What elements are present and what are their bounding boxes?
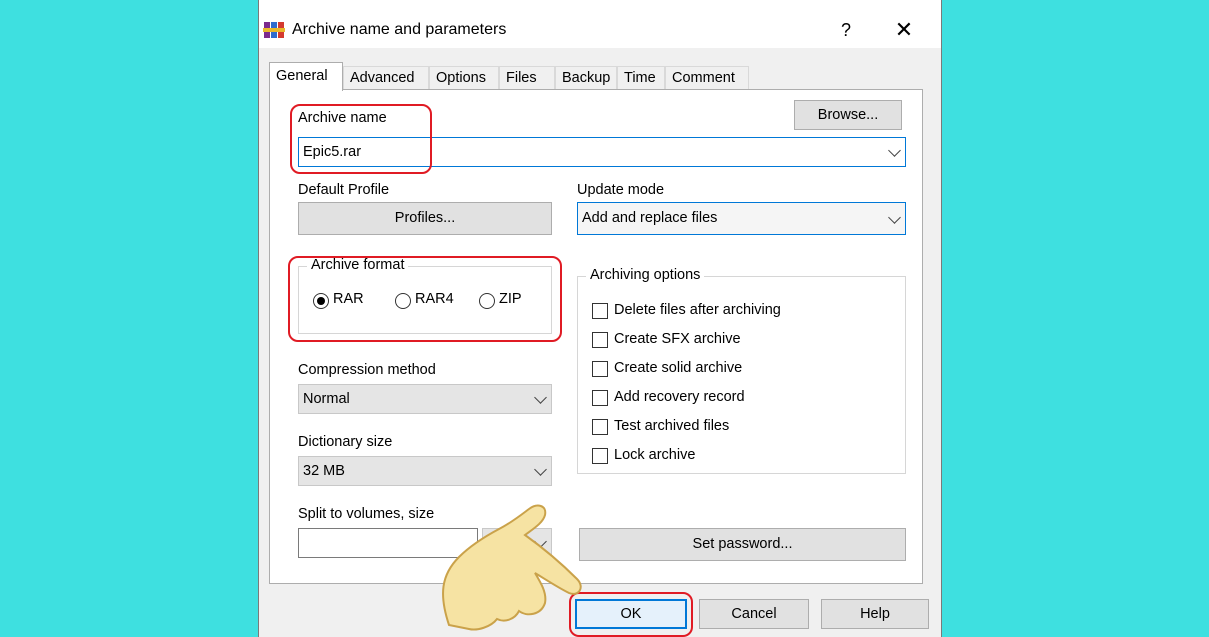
checkbox-create-solid-label[interactable]: Create solid archive [614,360,742,376]
set-password-button[interactable]: Set password... [579,528,906,561]
title-bar: Archive name and parameters ? ✕ [259,12,941,48]
tab-time[interactable]: Time [617,66,665,90]
profiles-button[interactable]: Profiles... [298,202,552,235]
tab-backup[interactable]: Backup [555,66,617,90]
archive-name-label: Archive name [298,110,387,126]
browse-button[interactable]: Browse... [794,100,902,130]
archive-format-group: Archive format RAR RAR4 ZIP [298,257,552,334]
update-mode-select[interactable]: Add and replace files [577,202,906,235]
checkbox-recovery-record[interactable] [592,390,608,406]
checkbox-create-sfx[interactable] [592,332,608,348]
archive-name-input[interactable]: Epic5.rar [298,137,906,167]
compression-method-value: Normal [303,391,350,407]
chevron-down-icon[interactable] [888,144,901,157]
cancel-button[interactable]: Cancel [699,599,809,629]
dialog-body: General Advanced Options Files Backup Ti… [259,48,941,637]
tab-comment[interactable]: Comment [665,66,749,90]
checkbox-delete-files[interactable] [592,303,608,319]
help-question-button[interactable]: ? [834,18,858,42]
dictionary-size-value: 32 MB [303,463,345,479]
update-mode-value: Add and replace files [582,210,718,226]
archive-format-title: Archive format [307,257,409,273]
checkbox-test-files[interactable] [592,419,608,435]
archive-name-value: Epic5.rar [303,144,362,160]
general-panel: Archive name Browse... Epic5.rar Default… [269,89,923,584]
radio-rar[interactable] [313,293,329,309]
help-button[interactable]: Help [821,599,929,629]
split-unit-select[interactable] [482,528,552,558]
dictionary-size-label: Dictionary size [298,434,393,450]
radio-zip-label[interactable]: ZIP [499,291,522,307]
checkbox-create-sfx-label[interactable]: Create SFX archive [614,331,741,347]
checkbox-delete-files-label[interactable]: Delete files after archiving [614,302,781,318]
close-button[interactable]: ✕ [891,17,917,43]
archiving-options-group: Archiving options Delete files after arc… [577,267,906,474]
compression-method-select[interactable]: Normal [298,384,552,414]
ok-button[interactable]: OK [575,599,687,629]
checkbox-test-files-label[interactable]: Test archived files [614,418,729,434]
chevron-down-icon[interactable] [534,463,547,476]
update-mode-label: Update mode [577,182,665,198]
tab-files[interactable]: Files [499,66,555,90]
checkbox-create-solid[interactable] [592,361,608,377]
split-volumes-input[interactable] [298,528,478,558]
radio-rar4-label[interactable]: RAR4 [415,291,454,307]
archive-dialog: Archive name and parameters ? ✕ General … [258,0,942,637]
tab-advanced[interactable]: Advanced [343,66,429,90]
compression-method-label: Compression method [298,362,436,378]
checkbox-lock-archive[interactable] [592,448,608,464]
split-volumes-label: Split to volumes, size [298,506,435,522]
radio-rar4[interactable] [395,293,411,309]
tab-options[interactable]: Options [429,66,499,90]
radio-zip[interactable] [479,293,495,309]
chevron-down-icon[interactable] [534,391,547,404]
archiving-options-title: Archiving options [586,267,705,283]
chevron-down-icon[interactable] [888,210,901,224]
radio-rar-label[interactable]: RAR [333,291,364,307]
dictionary-size-select[interactable]: 32 MB [298,456,552,486]
checkbox-recovery-record-label[interactable]: Add recovery record [614,389,745,405]
chevron-down-icon[interactable] [534,535,547,548]
tab-general[interactable]: General [269,62,343,91]
default-profile-label: Default Profile [298,182,390,198]
winrar-icon [263,22,285,38]
window-title: Archive name and parameters [292,21,507,38]
checkbox-lock-archive-label[interactable]: Lock archive [614,447,695,463]
